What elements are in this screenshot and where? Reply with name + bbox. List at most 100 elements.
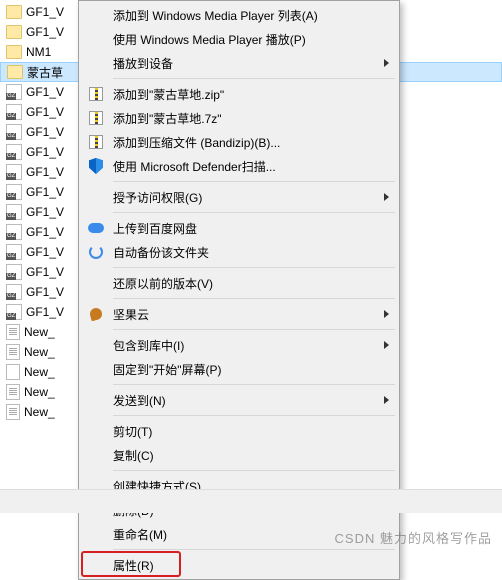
menu-separator xyxy=(113,384,395,385)
menu-item[interactable]: 属性(R) xyxy=(81,553,397,577)
status-bar xyxy=(0,489,502,513)
archive-icon xyxy=(6,84,22,100)
folder-icon xyxy=(7,65,23,79)
text-file-icon xyxy=(6,384,20,400)
archive-icon xyxy=(6,224,22,240)
menu-item-label: 剪切(T) xyxy=(113,423,152,440)
xml-icon xyxy=(6,364,20,380)
menu-separator xyxy=(113,298,395,299)
file-name: New_ xyxy=(24,405,55,419)
menu-item[interactable]: 授予访问权限(G) xyxy=(81,185,397,209)
archive-icon xyxy=(6,304,22,320)
archive-icon xyxy=(6,124,22,140)
file-name: New_ xyxy=(24,365,55,379)
text-file-icon xyxy=(6,404,20,420)
menu-item-label: 重命名(M) xyxy=(113,526,167,543)
file-name: 蒙古草 xyxy=(27,64,63,81)
menu-separator xyxy=(113,267,395,268)
menu-item-label: 添加到 Windows Media Player 列表(A) xyxy=(113,7,318,24)
file-name: New_ xyxy=(24,325,55,339)
menu-item-label: 固定到"开始"屏幕(P) xyxy=(113,361,222,378)
menu-item[interactable]: 坚果云 xyxy=(81,302,397,326)
menu-item-label: 使用 Windows Media Player 播放(P) xyxy=(113,31,306,48)
menu-item[interactable]: 添加到 Windows Media Player 列表(A) xyxy=(81,3,397,27)
file-name: GF1_V xyxy=(26,285,64,299)
zip-icon xyxy=(87,109,105,127)
menu-item[interactable]: 发送到(N) xyxy=(81,388,397,412)
menu-item[interactable]: 添加到"蒙古草地.zip" xyxy=(81,82,397,106)
menu-item-label: 授予访问权限(G) xyxy=(113,189,202,206)
menu-separator xyxy=(113,329,395,330)
file-name: NM1 xyxy=(26,45,51,59)
menu-separator xyxy=(113,78,395,79)
menu-item-label: 发送到(N) xyxy=(113,392,166,409)
menu-item-label: 添加到压缩文件 (Bandizip)(B)... xyxy=(113,134,280,151)
file-name: GF1_V xyxy=(26,225,64,239)
menu-item[interactable]: 剪切(T) xyxy=(81,419,397,443)
menu-separator xyxy=(113,470,395,471)
file-name: GF1_V xyxy=(26,5,64,19)
file-name: GF1_V xyxy=(26,185,64,199)
menu-item[interactable]: 添加到"蒙古草地.7z" xyxy=(81,106,397,130)
archive-icon xyxy=(6,284,22,300)
file-name: GF1_V xyxy=(26,265,64,279)
menu-separator xyxy=(113,181,395,182)
menu-item-label: 添加到"蒙古草地.zip" xyxy=(113,86,224,103)
file-name: GF1_V xyxy=(26,85,64,99)
zip-icon xyxy=(87,133,105,151)
menu-item-label: 上传到百度网盘 xyxy=(113,220,197,237)
menu-item-label: 使用 Microsoft Defender扫描... xyxy=(113,158,276,175)
menu-separator xyxy=(113,415,395,416)
sync-icon xyxy=(87,243,105,261)
text-file-icon xyxy=(6,344,20,360)
menu-item[interactable]: 还原以前的版本(V) xyxy=(81,271,397,295)
folder-icon xyxy=(6,25,22,39)
menu-item[interactable]: 使用 Windows Media Player 播放(P) xyxy=(81,27,397,51)
file-name: GF1_V xyxy=(26,305,64,319)
menu-item-label: 还原以前的版本(V) xyxy=(113,275,213,292)
menu-item[interactable]: 上传到百度网盘 xyxy=(81,216,397,240)
archive-icon xyxy=(6,184,22,200)
archive-icon xyxy=(6,164,22,180)
menu-item-label: 坚果云 xyxy=(113,306,149,323)
menu-item-label: 属性(R) xyxy=(113,557,154,574)
menu-item[interactable]: 自动备份该文件夹 xyxy=(81,240,397,264)
folder-icon xyxy=(6,45,22,59)
archive-icon xyxy=(6,204,22,220)
menu-item[interactable]: 使用 Microsoft Defender扫描... xyxy=(81,154,397,178)
folder-icon xyxy=(6,5,22,19)
menu-separator xyxy=(113,549,395,550)
nut-icon xyxy=(87,305,105,323)
chevron-right-icon xyxy=(384,396,389,404)
archive-icon xyxy=(6,244,22,260)
chevron-right-icon xyxy=(384,341,389,349)
file-name: GF1_V xyxy=(26,145,64,159)
menu-item[interactable]: 包含到库中(I) xyxy=(81,333,397,357)
file-name: GF1_V xyxy=(26,105,64,119)
cloud-icon xyxy=(87,219,105,237)
chevron-right-icon xyxy=(384,193,389,201)
file-name: GF1_V xyxy=(26,245,64,259)
shield-icon xyxy=(87,157,105,175)
menu-item[interactable]: 播放到设备 xyxy=(81,51,397,75)
file-name: New_ xyxy=(24,345,55,359)
file-name: New_ xyxy=(24,385,55,399)
chevron-right-icon xyxy=(384,59,389,67)
menu-item-label: 自动备份该文件夹 xyxy=(113,244,209,261)
file-name: GF1_V xyxy=(26,165,64,179)
menu-item[interactable]: 添加到压缩文件 (Bandizip)(B)... xyxy=(81,130,397,154)
watermark: CSDN 魅力的风格写作品 xyxy=(335,528,492,547)
text-file-icon xyxy=(6,324,20,340)
menu-item-label: 复制(C) xyxy=(113,447,154,464)
menu-separator xyxy=(113,212,395,213)
menu-item[interactable]: 复制(C) xyxy=(81,443,397,467)
archive-icon xyxy=(6,264,22,280)
menu-item-label: 添加到"蒙古草地.7z" xyxy=(113,110,222,127)
menu-item[interactable]: 固定到"开始"屏幕(P) xyxy=(81,357,397,381)
chevron-right-icon xyxy=(384,310,389,318)
file-name: GF1_V xyxy=(26,205,64,219)
zip-icon xyxy=(87,85,105,103)
archive-icon xyxy=(6,144,22,160)
file-name: GF1_V xyxy=(26,125,64,139)
archive-icon xyxy=(6,104,22,120)
